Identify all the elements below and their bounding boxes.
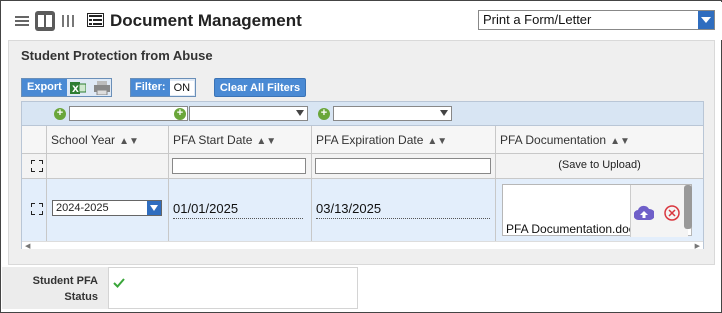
cell-start-date: 01/01/2025 <box>169 179 312 241</box>
expand-icon[interactable] <box>31 160 43 172</box>
filter-select-3[interactable] <box>333 106 452 121</box>
filter-select-2[interactable] <box>189 106 308 121</box>
delete-icon[interactable] <box>664 205 680 221</box>
split-view-icon[interactable] <box>35 11 55 31</box>
column-header-pfa-start-date[interactable]: PFA Start Date ▲▼ <box>169 126 312 154</box>
column-header-pfa-expiration-date[interactable]: PFA Expiration Date ▲▼ <box>312 126 496 154</box>
expiration-date-field[interactable]: 03/13/2025 <box>316 201 490 219</box>
filter-input-start-date[interactable] <box>172 158 306 174</box>
student-pfa-status-value <box>108 267 358 309</box>
filter-label: Filter: <box>131 79 170 96</box>
uploaded-file-name[interactable]: PFA Documentation.docx <box>506 222 641 236</box>
add-filter-icon[interactable]: + <box>174 107 186 120</box>
student-pfa-status-label: Student PFA Status <box>2 267 108 309</box>
header-blank <box>22 126 47 154</box>
add-filter-icon[interactable]: + <box>318 107 330 120</box>
chevron-down-icon <box>296 110 304 116</box>
cell-documentation: PFA Documentation.docx <box>496 179 703 241</box>
export-button[interactable]: Export <box>22 79 67 96</box>
status-label-line-2: Status <box>64 291 98 303</box>
content-panel: Student Protection from Abuse Export X F… <box>8 40 715 265</box>
column-header-label: PFA Start Date <box>173 133 253 147</box>
column-view-icon[interactable] <box>58 11 78 31</box>
page-title: Document Management <box>110 11 302 30</box>
filter-cell-school-year <box>47 154 169 179</box>
column-header-school-year[interactable]: School Year ▲▼ <box>47 126 169 154</box>
column-header-label: PFA Documentation <box>500 133 607 147</box>
scroll-left-icon[interactable]: ◀ <box>25 242 30 250</box>
file-upload-box[interactable]: PFA Documentation.docx <box>502 184 692 237</box>
section-title: Student Protection from Abuse <box>21 48 213 63</box>
cloud-upload-icon[interactable] <box>634 205 654 221</box>
filter-group-2: + <box>174 106 308 121</box>
filter-status: ON <box>169 80 195 95</box>
file-box-scrollbar[interactable] <box>684 185 692 229</box>
column-header-label: PFA Expiration Date <box>316 133 424 147</box>
filter-cell-documentation: (Save to Upload) <box>496 154 703 179</box>
student-pfa-status-row: Student PFA Status <box>2 267 358 309</box>
expand-icon[interactable] <box>31 203 43 215</box>
status-label-line-1: Student PFA <box>32 275 98 287</box>
file-actions <box>630 185 692 237</box>
document-list-icon <box>87 13 104 30</box>
filter-row-expand-cell <box>22 154 47 179</box>
sort-icon[interactable]: ▲▼ <box>610 136 630 147</box>
chevron-down-icon[interactable] <box>698 11 714 29</box>
filter-cell-start-date <box>169 154 312 179</box>
chevron-down-icon <box>440 110 448 116</box>
sort-icon[interactable]: ▲▼ <box>256 136 276 147</box>
list-view-icon[interactable] <box>12 11 32 31</box>
filter-bar: + + + <box>22 102 703 126</box>
horizontal-scrollbar[interactable]: ◀ ▶ <box>22 241 703 250</box>
action-select[interactable]: Print a Form/Letter <box>478 10 715 30</box>
add-filter-icon[interactable]: + <box>54 107 66 120</box>
filter-group-1: + <box>54 106 188 121</box>
filter-input-expiration-date[interactable] <box>315 158 491 174</box>
filter-cell-expiration-date <box>312 154 496 179</box>
top-bar: Document Management Print a Form/Letter <box>2 2 722 40</box>
clear-all-filters-button[interactable]: Clear All Filters <box>214 78 306 97</box>
start-date-field[interactable]: 01/01/2025 <box>173 201 303 219</box>
checkmark-icon <box>113 278 125 288</box>
data-grid: + + + School Year ▲▼ PFA Start Date ▲▼ P… <box>21 101 704 250</box>
window-frame: Document Management Print a Form/Letter … <box>0 0 722 313</box>
cell-school-year: 2024-2025 <box>47 179 169 241</box>
scroll-right-icon[interactable]: ▶ <box>695 242 700 250</box>
chevron-down-icon[interactable] <box>147 201 161 215</box>
filter-toggle[interactable]: Filter: ON <box>130 78 196 97</box>
export-group: Export X <box>21 78 112 97</box>
cell-expiration-date: 03/13/2025 <box>312 179 496 241</box>
school-year-value: 2024-2025 <box>56 202 109 214</box>
school-year-select[interactable]: 2024-2025 <box>52 200 162 216</box>
column-header-label: School Year <box>51 133 116 147</box>
excel-icon[interactable]: X <box>69 81 86 95</box>
sort-icon[interactable]: ▲▼ <box>119 136 139 147</box>
filter-select-1[interactable] <box>69 106 188 121</box>
row-expand-cell <box>22 179 47 241</box>
filter-group-3: + <box>318 106 452 121</box>
sort-icon[interactable]: ▲▼ <box>427 136 447 147</box>
save-to-upload-hint: (Save to Upload) <box>558 159 641 171</box>
print-icon[interactable] <box>93 80 110 95</box>
svg-text:X: X <box>72 85 79 95</box>
column-header-pfa-documentation[interactable]: PFA Documentation ▲▼ <box>496 126 703 154</box>
action-select-value: Print a Form/Letter <box>483 12 592 27</box>
